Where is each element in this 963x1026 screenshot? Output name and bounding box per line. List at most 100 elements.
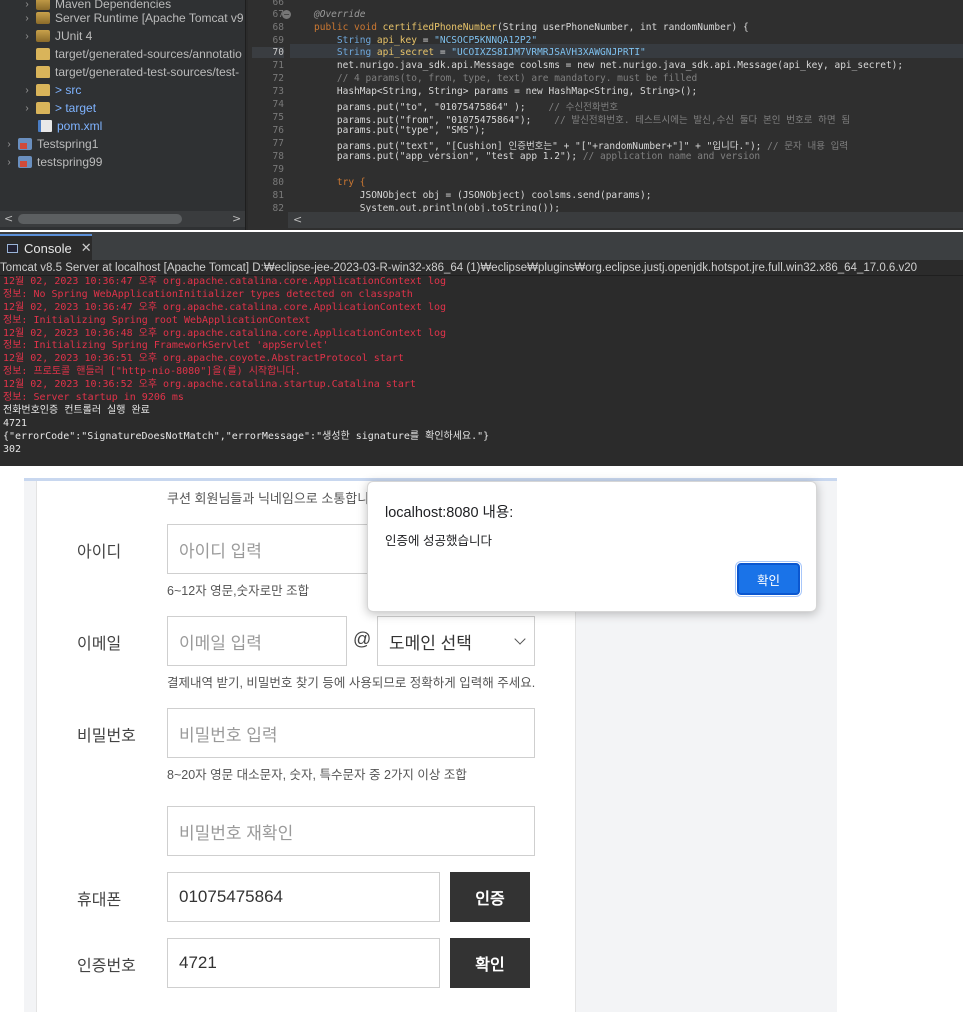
- tab-console-label: Console: [24, 240, 72, 256]
- email-domain-select-value: 도메인 선택: [389, 633, 472, 653]
- xml-file-icon: [38, 120, 52, 132]
- tree-item-testspring99[interactable]: › testspring99: [4, 153, 102, 171]
- verification-code-input[interactable]: 4721: [167, 938, 440, 988]
- source-folder-icon: [36, 66, 50, 78]
- code-line-75: params.put("from", "01075475864"); // 발신…: [314, 115, 851, 126]
- password-input[interactable]: 비밀번호 입력: [167, 708, 535, 758]
- tree-item-pom-xml[interactable]: pom.xml: [38, 117, 102, 135]
- console-line: 전화번호인증 컨트롤러 실행 완료: [3, 404, 150, 416]
- tree-item-generated-test-sources[interactable]: target/generated-test-sources/test-: [36, 63, 239, 81]
- console-line: 4721: [3, 417, 28, 429]
- code-line-74: params.put("to", "01075475864" ); // 수신전…: [314, 102, 619, 113]
- fold-collapse-icon[interactable]: −: [282, 10, 291, 19]
- close-icon[interactable]: ✕: [81, 240, 92, 256]
- chevron-down-icon: [514, 633, 526, 645]
- console-line: 302: [3, 443, 22, 455]
- tree-item-junit[interactable]: › JUnit 4: [22, 27, 92, 45]
- code-confirm-button[interactable]: 확인: [450, 938, 530, 988]
- source-folder-icon: [36, 48, 50, 60]
- code-label: 인증번호: [77, 958, 136, 975]
- alert-message: 인증에 성공했습니다: [385, 534, 492, 548]
- line-number: 80: [272, 177, 284, 188]
- scroll-right-icon[interactable]: >: [232, 211, 241, 227]
- console-tab-bar: Console ✕: [0, 232, 963, 260]
- phone-label: 휴대폰: [77, 892, 122, 909]
- line-number: 73: [272, 86, 284, 97]
- code-line-76: params.put("type", "SMS");: [314, 125, 486, 136]
- password-hint: 8~20자 영문 대소문자, 숫자, 특수문자 중 2가지 이상 조합: [167, 768, 467, 782]
- line-number: 75: [272, 112, 284, 123]
- code-editor[interactable]: 66 67 − 68 69 70 71 72 73 74 75 76 77 78…: [248, 0, 963, 230]
- line-number-gutter: 66 67 − 68 69 70 71 72 73 74 75 76 77 78…: [248, 0, 291, 214]
- line-number: 77: [272, 138, 284, 149]
- ide-window: › Maven Dependencies › Server Runtime [Apa…: [0, 0, 963, 230]
- console-line: 12월 02, 2023 10:36:51 오후 org.apache.coyo…: [3, 353, 404, 365]
- console-line: 정보: Server startup in 9206 ms: [3, 392, 184, 404]
- console-line: 12월 02, 2023 10:36:47 오후 org.apache.cata…: [3, 276, 447, 287]
- editor-horizontal-scrollbar[interactable]: <: [288, 212, 963, 228]
- alert-title: localhost:8080 내용:: [385, 505, 514, 521]
- phone-input[interactable]: 01075475864: [167, 872, 440, 922]
- project-icon: [18, 138, 32, 150]
- code-line-81: JSONObject obj = (JSONObject) coolsms.se…: [314, 190, 652, 201]
- code-line-71: net.nurigo.java_sdk.api.Message coolsms …: [314, 60, 904, 71]
- password-label: 비밀번호: [77, 728, 136, 745]
- scroll-left-icon[interactable]: <: [293, 212, 302, 228]
- code-line-80: try {: [314, 177, 366, 188]
- console-line: {"errorCode":"SignatureDoesNotMatch","er…: [3, 430, 490, 442]
- line-number: 69: [272, 35, 284, 46]
- console-output[interactable]: 12월 02, 2023 10:36:47 오후 org.apache.cata…: [0, 276, 963, 466]
- code-line-69: String api_key = "NCSOCP5KNNQA12P2": [314, 35, 538, 46]
- tree-item-src[interactable]: › > src: [22, 81, 81, 99]
- folder-icon: [36, 84, 50, 96]
- email-input[interactable]: 이메일 입력: [167, 616, 347, 666]
- code-line-70: String api_secret = "UCOIXZS8IJM7VRMRJSA…: [314, 47, 646, 58]
- console-icon: [7, 243, 18, 253]
- email-label: 이메일: [77, 636, 122, 653]
- alert-ok-button[interactable]: 확인: [735, 561, 802, 597]
- line-number: 67: [272, 9, 284, 20]
- email-domain-select[interactable]: 도메인 선택: [377, 616, 535, 666]
- folder-icon: [36, 102, 50, 114]
- project-icon: [18, 156, 32, 168]
- line-number: 79: [272, 164, 284, 175]
- tree-item-server-runtime[interactable]: › Server Runtime [Apache Tomcat v9: [22, 9, 243, 27]
- console-line: 12월 02, 2023 10:36:48 오후 org.apache.cata…: [3, 327, 447, 339]
- tab-console[interactable]: Console ✕: [0, 234, 92, 260]
- email-hint: 결제내역 받기, 비밀번호 찾기 등에 사용되므로 정확하게 입력해 주세요.: [167, 676, 536, 690]
- email-at-sign: @: [353, 629, 372, 649]
- code-line-67: @Override: [314, 9, 366, 20]
- console-process-description: Tomcat v8.5 Server at localhost [Apache …: [0, 260, 963, 276]
- intro-text: 쿠션 회원님들과 닉네임으로 소통합니다: [167, 491, 382, 506]
- line-number: 71: [272, 60, 284, 71]
- code-line-78: params.put("app_version", "test app 1.2"…: [314, 151, 761, 162]
- line-number: 76: [272, 125, 284, 136]
- scroll-left-icon[interactable]: <: [4, 211, 13, 227]
- line-number: 68: [272, 22, 284, 33]
- library-icon: [36, 30, 50, 42]
- explorer-horizontal-scrollbar[interactable]: < >: [0, 211, 245, 227]
- console-line: 정보: 프로토콜 핸들러 ["http-nio-8080"]을(를) 시작합니다…: [3, 366, 301, 378]
- scrollbar-thumb[interactable]: [18, 214, 182, 224]
- tree-item-target[interactable]: › > target: [22, 99, 96, 117]
- tree-item-testspring1[interactable]: › Testspring1: [4, 135, 98, 153]
- project-explorer: › Maven Dependencies › Server Runtime [Apa…: [0, 0, 246, 230]
- code-line-77: params.put("text", "[Cushion] 인증번호는" + "…: [314, 141, 849, 152]
- line-number: 74: [272, 99, 284, 110]
- library-icon: [36, 12, 50, 24]
- console-line: 12월 02, 2023 10:36:52 오후 org.apache.cata…: [3, 379, 416, 391]
- console-line: 정보: Initializing Spring FrameworkServlet…: [3, 340, 329, 352]
- code-line-72: // 4 params(to, from, type, text) are ma…: [314, 73, 698, 84]
- line-number: 82: [272, 203, 284, 214]
- id-label: 아이디: [77, 544, 122, 561]
- code-line-73: HashMap<String, String> params = new Has…: [314, 86, 698, 97]
- password-confirm-input[interactable]: 비밀번호 재확인: [167, 806, 535, 856]
- id-hint: 6~12자 영문,숫자로만 조합: [167, 584, 310, 598]
- line-number-current: 70: [252, 47, 284, 58]
- tree-item-generated-sources[interactable]: target/generated-sources/annotatio: [36, 45, 242, 63]
- console-line: 정보: No Spring WebApplicationInitializer …: [3, 288, 413, 300]
- line-number: 81: [272, 190, 284, 201]
- phone-verify-button[interactable]: 인증: [450, 872, 530, 922]
- line-number: 78: [272, 151, 284, 162]
- console-line: 12월 02, 2023 10:36:47 오후 org.apache.cata…: [3, 301, 447, 313]
